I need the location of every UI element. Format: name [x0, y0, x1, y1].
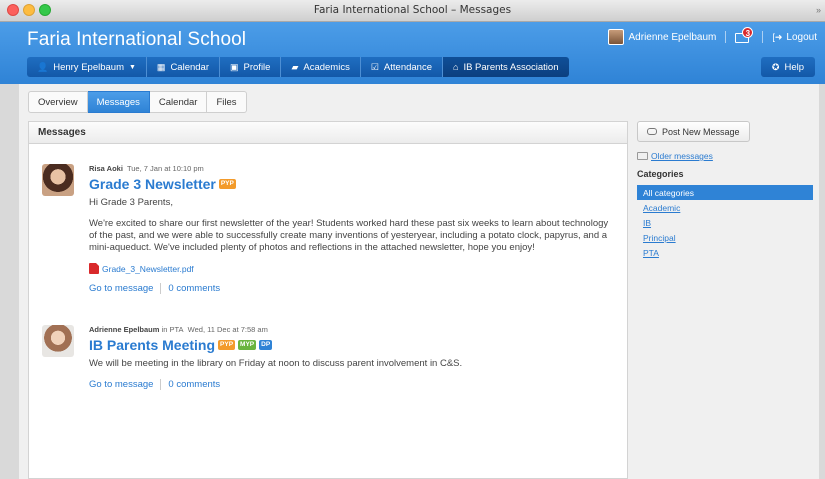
author-name[interactable]: Risa Aoki — [89, 164, 123, 173]
category-pta[interactable]: PTA — [637, 245, 813, 260]
divider — [160, 379, 162, 390]
window-titlebar: Faria International School – Messages » — [0, 0, 825, 22]
unread-badge: 3 — [742, 27, 754, 38]
pdf-icon — [89, 263, 99, 274]
message-body: We're excited to share our first newslet… — [89, 218, 609, 253]
category-academic[interactable]: Academic — [637, 200, 813, 215]
tag-badge: DP — [259, 340, 273, 350]
calendar-icon: ▦ — [156, 61, 166, 72]
speech-bubble-icon — [647, 128, 657, 135]
older-messages-link[interactable]: Older messages — [637, 151, 813, 161]
message-greeting: Hi Grade 3 Parents, — [89, 197, 173, 208]
school-name[interactable]: Faria International School — [27, 29, 246, 51]
message-date: Tue, 7 Jan at 10:10 pm — [126, 164, 204, 173]
tab-files[interactable]: Files — [207, 91, 247, 113]
window-title: Faria International School – Messages — [313, 4, 512, 16]
nav-item-calendar[interactable]: ▦ Calendar — [146, 57, 220, 77]
author-name[interactable]: Adrienne Epelbaum — [89, 325, 159, 334]
logout-icon: [➜ — [772, 31, 783, 42]
message-title[interactable]: Grade 3 Newsletter — [89, 176, 216, 192]
category-all[interactable]: All categories — [637, 185, 813, 200]
divider — [725, 31, 727, 43]
category-principal[interactable]: Principal — [637, 230, 813, 245]
nav-item-attendance[interactable]: ☑ Attendance — [360, 57, 443, 77]
nav-item-profile[interactable]: ▣ Profile — [220, 57, 282, 77]
section-tabs: Overview Messages Calendar Files — [28, 91, 247, 113]
help-label: Help — [784, 61, 804, 73]
categories-heading: Categories — [637, 169, 684, 179]
tag-badge: MYP — [238, 340, 257, 350]
messages-panel: Messages Risa Aoki Tue, 7 Jan at 10:10 p… — [28, 121, 628, 479]
comments-link[interactable]: 0 comments — [168, 379, 220, 390]
home-icon: ⌂ — [453, 62, 459, 72]
lifebuoy-icon: ✪ — [771, 61, 780, 72]
person-icon: 👤 — [37, 61, 49, 72]
nav-item-user[interactable]: 👤 Henry Epelbaum ▼ — [27, 57, 147, 77]
help-button[interactable]: ✪ Help — [760, 57, 815, 77]
user-name[interactable]: Adrienne Epelbaum — [629, 32, 717, 43]
nav-label: Calendar — [170, 61, 209, 73]
go-to-message-link[interactable]: Go to message — [89, 283, 153, 294]
id-card-icon: ▣ — [230, 61, 239, 72]
user-avatar[interactable] — [607, 29, 624, 45]
panel-title: Messages — [29, 122, 627, 144]
folder-icon — [637, 152, 648, 160]
checkbox-icon: ☑ — [370, 61, 379, 72]
nav-item-ib-parents-association[interactable]: ⌂ IB Parents Association — [443, 57, 569, 77]
divider — [762, 31, 764, 43]
attachment-name: Grade_3_Newsletter.pdf — [102, 263, 194, 274]
nav-label: Academics — [303, 61, 350, 73]
category-ib[interactable]: IB — [637, 215, 813, 230]
tag-badge: PYP — [218, 340, 236, 350]
main-nav: 👤 Henry Epelbaum ▼ ▦ Calendar ▣ Profile … — [27, 57, 569, 77]
site-header: Faria International School Adrienne Epel… — [0, 22, 825, 84]
logout-button[interactable]: [➜ Logout — [772, 32, 817, 43]
post-button-label: Post New Message — [662, 126, 740, 137]
message-meta: Adrienne Epelbaum in PTA Wed, 11 Dec at … — [89, 325, 617, 334]
avatar[interactable] — [42, 164, 74, 196]
nav-label: Attendance — [383, 61, 432, 73]
user-area: Adrienne Epelbaum 3 [➜ Logout — [607, 27, 817, 46]
message-title[interactable]: IB Parents Meeting — [89, 337, 215, 353]
avatar[interactable] — [42, 325, 74, 357]
post-new-message-button[interactable]: Post New Message — [637, 121, 750, 142]
tag-badge: PYP — [218, 179, 236, 189]
category-list: All categories Academic IB Principal PTA — [637, 185, 813, 260]
attachment-link[interactable]: Grade_3_Newsletter.pdf — [89, 263, 617, 274]
message-body: We will be meeting in the library on Fri… — [89, 358, 463, 369]
divider — [160, 283, 162, 294]
book-icon: ▰ — [291, 61, 299, 72]
nav-label: Henry Epelbaum — [53, 61, 124, 73]
tab-overview[interactable]: Overview — [28, 91, 88, 113]
tab-messages[interactable]: Messages — [87, 91, 150, 113]
fullscreen-icon[interactable]: » — [816, 5, 821, 15]
nav-label: Profile — [243, 61, 271, 73]
tab-calendar[interactable]: Calendar — [149, 91, 208, 113]
message-context: in PTA — [161, 325, 184, 334]
nav-label: IB Parents Association — [463, 61, 559, 73]
message-meta: Risa Aoki Tue, 7 Jan at 10:10 pm — [89, 164, 617, 173]
right-sidebar: Post New Message Older messages Categori… — [637, 121, 813, 260]
logout-label: Logout — [786, 31, 817, 43]
nav-item-academics[interactable]: ▰ Academics — [281, 57, 361, 77]
message-date: Wed, 11 Dec at 7:58 am — [187, 325, 268, 334]
chevron-down-icon: ▼ — [128, 63, 136, 71]
messages-button[interactable]: 3 — [735, 27, 754, 44]
comments-link[interactable]: 0 comments — [168, 283, 220, 294]
content-area: Overview Messages Calendar Files Message… — [19, 84, 819, 479]
go-to-message-link[interactable]: Go to message — [89, 379, 153, 390]
older-label: Older messages — [651, 151, 713, 161]
